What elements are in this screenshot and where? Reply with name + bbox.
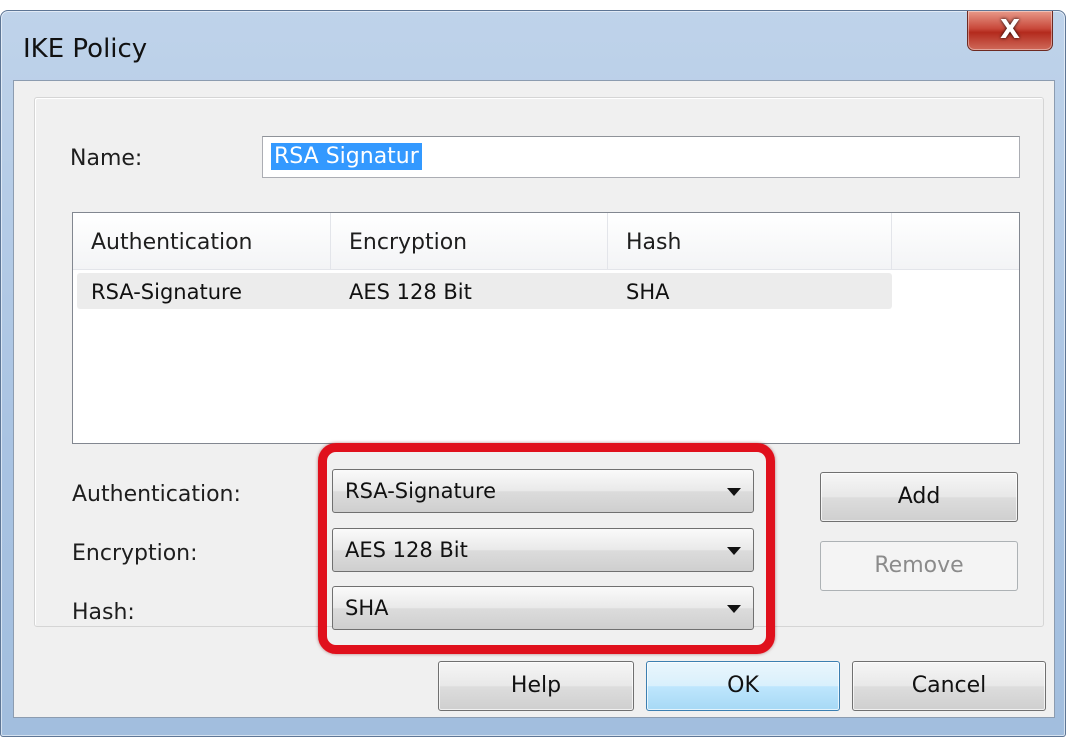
window-title: IKE Policy	[23, 34, 148, 64]
row-authentication-cell: RSA-Signature	[91, 280, 243, 304]
column-header-encryption[interactable]: Encryption	[331, 213, 608, 269]
encryption-label: Encryption:	[72, 541, 198, 566]
policy-list[interactable]: Authentication Encryption Hash RSA-Signa…	[72, 212, 1020, 444]
authentication-label: Authentication:	[72, 482, 241, 507]
hash-label: Hash:	[72, 600, 135, 625]
add-button[interactable]: Add	[820, 472, 1018, 522]
name-label: Name:	[70, 146, 143, 171]
column-header-hash[interactable]: Hash	[608, 213, 892, 269]
policy-list-row[interactable]: RSA-Signature AES 128 Bit SHA	[77, 273, 892, 309]
help-button[interactable]: Help	[438, 661, 634, 711]
ok-button[interactable]: OK	[646, 661, 840, 711]
name-input[interactable]: RSA Signatur	[262, 136, 1020, 178]
cancel-button[interactable]: Cancel	[852, 661, 1046, 711]
selectors-highlight-annotation	[318, 443, 775, 654]
policy-list-header: Authentication Encryption Hash	[73, 213, 1019, 270]
name-input-value: RSA Signatur	[271, 143, 422, 170]
close-button[interactable]: X	[967, 11, 1053, 51]
column-header-authentication[interactable]: Authentication	[73, 213, 331, 269]
remove-button[interactable]: Remove	[820, 541, 1018, 591]
close-icon: X	[999, 15, 1021, 45]
row-hash-cell: SHA	[626, 280, 670, 304]
row-encryption-cell: AES 128 Bit	[349, 280, 472, 304]
